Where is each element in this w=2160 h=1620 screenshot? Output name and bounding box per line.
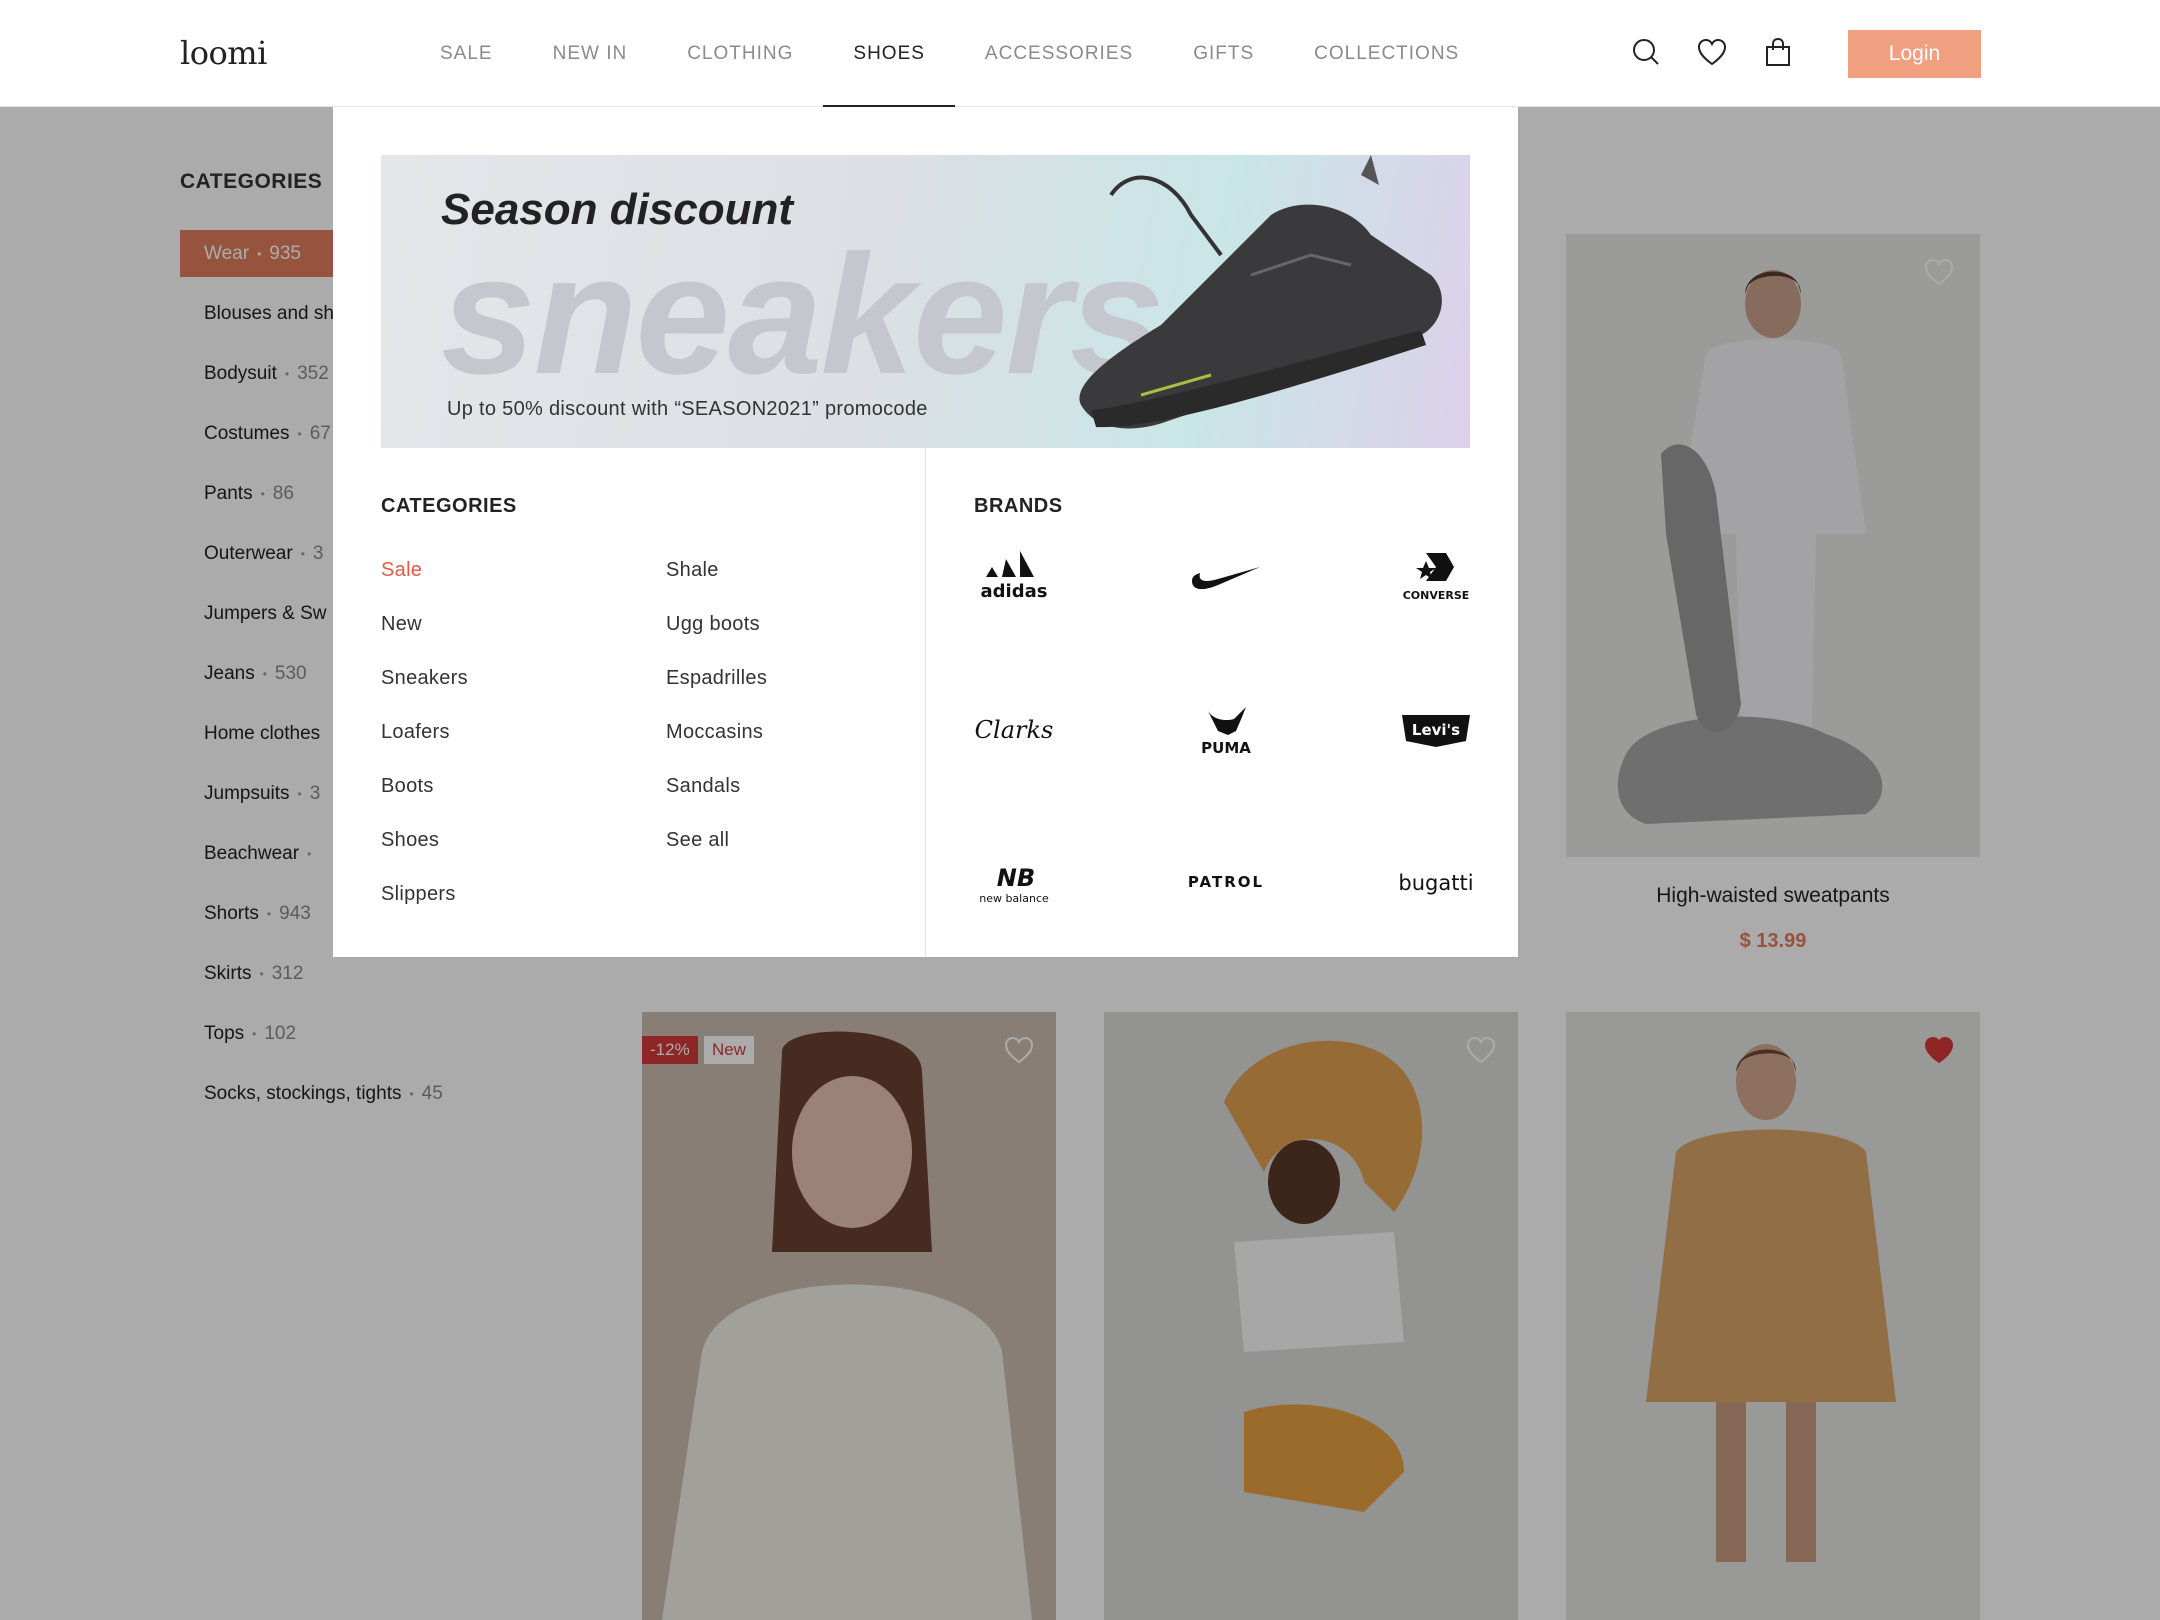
brand-converse-logo[interactable]: CONVERSE [1396, 547, 1476, 607]
category-link-ugg-boots[interactable]: Ugg boots [666, 613, 760, 636]
svg-text:bugatti: bugatti [1398, 871, 1473, 895]
brand-puma-logo[interactable]: PUMA [1186, 701, 1266, 761]
promo-banner[interactable]: sneakers Season discount Up to 50% disco… [381, 155, 1470, 448]
svg-text:CONVERSE: CONVERSE [1403, 589, 1470, 602]
brands-title: BRANDS [974, 495, 1063, 517]
brand-levis-logo[interactable]: Levi's [1396, 701, 1476, 761]
shoes-mega-menu: sneakers Season discount Up to 50% disco… [333, 107, 1518, 957]
category-link-espadrilles[interactable]: Espadrilles [666, 667, 767, 690]
brand-bugatti-logo[interactable]: bugatti [1396, 853, 1476, 913]
categories-title: CATEGORIES [381, 495, 517, 517]
nav-new-in[interactable]: NEW IN [523, 0, 658, 107]
banner-title: Season discount [441, 185, 794, 234]
svg-text:PUMA: PUMA [1201, 739, 1251, 757]
logo[interactable]: loomi [180, 34, 267, 72]
brand-nike-logo[interactable] [1186, 547, 1266, 607]
nav-clothing[interactable]: CLOTHING [657, 0, 823, 107]
nav-gifts[interactable]: GIFTS [1163, 0, 1284, 107]
svg-text:NB: NB [997, 864, 1035, 892]
search-icon[interactable] [1630, 36, 1662, 68]
header: loomi SALE NEW IN CLOTHING SHOES ACCESSO… [0, 0, 2160, 107]
nav-collections[interactable]: COLLECTIONS [1284, 0, 1489, 107]
category-link-new[interactable]: New [381, 613, 422, 636]
menu-divider [925, 448, 926, 957]
main-nav: SALE NEW IN CLOTHING SHOES ACCESSORIES G… [410, 0, 1489, 107]
svg-text:adidas: adidas [981, 581, 1048, 602]
category-link-sandals[interactable]: Sandals [666, 775, 740, 798]
brand-clarks-logo[interactable]: Clarks [974, 701, 1054, 761]
svg-text:PATROL: PATROL [1188, 873, 1264, 891]
bag-icon[interactable] [1762, 36, 1794, 68]
category-link-slippers[interactable]: Slippers [381, 883, 456, 906]
category-link-sale[interactable]: Sale [381, 559, 422, 582]
svg-text:new balance: new balance [979, 892, 1049, 905]
category-link-sneakers[interactable]: Sneakers [381, 667, 468, 690]
nav-accessories[interactable]: ACCESSORIES [955, 0, 1163, 107]
nav-shoes[interactable]: SHOES [823, 0, 955, 107]
brand-adidas-logo[interactable]: adidas [974, 547, 1054, 607]
svg-text:Clarks: Clarks [975, 716, 1054, 744]
category-link-moccasins[interactable]: Moccasins [666, 721, 763, 744]
login-button[interactable]: Login [1848, 30, 1981, 78]
nav-sale[interactable]: SALE [410, 0, 523, 107]
brand-patrol-logo[interactable]: PATROL [1186, 853, 1266, 913]
sneaker-image [1051, 155, 1470, 448]
banner-subtitle: Up to 50% discount with “SEASON2021” pro… [447, 398, 928, 420]
heart-icon[interactable] [1696, 36, 1728, 68]
svg-text:Levi's: Levi's [1412, 721, 1460, 739]
header-icons [1630, 36, 1794, 68]
brand-new-balance-logo[interactable]: NB new balance [974, 853, 1054, 913]
category-link-see-all[interactable]: See all [666, 829, 729, 852]
category-link-shoes[interactable]: Shoes [381, 829, 439, 852]
category-link-boots[interactable]: Boots [381, 775, 434, 798]
category-link-loafers[interactable]: Loafers [381, 721, 450, 744]
category-link-shale[interactable]: Shale [666, 559, 719, 582]
